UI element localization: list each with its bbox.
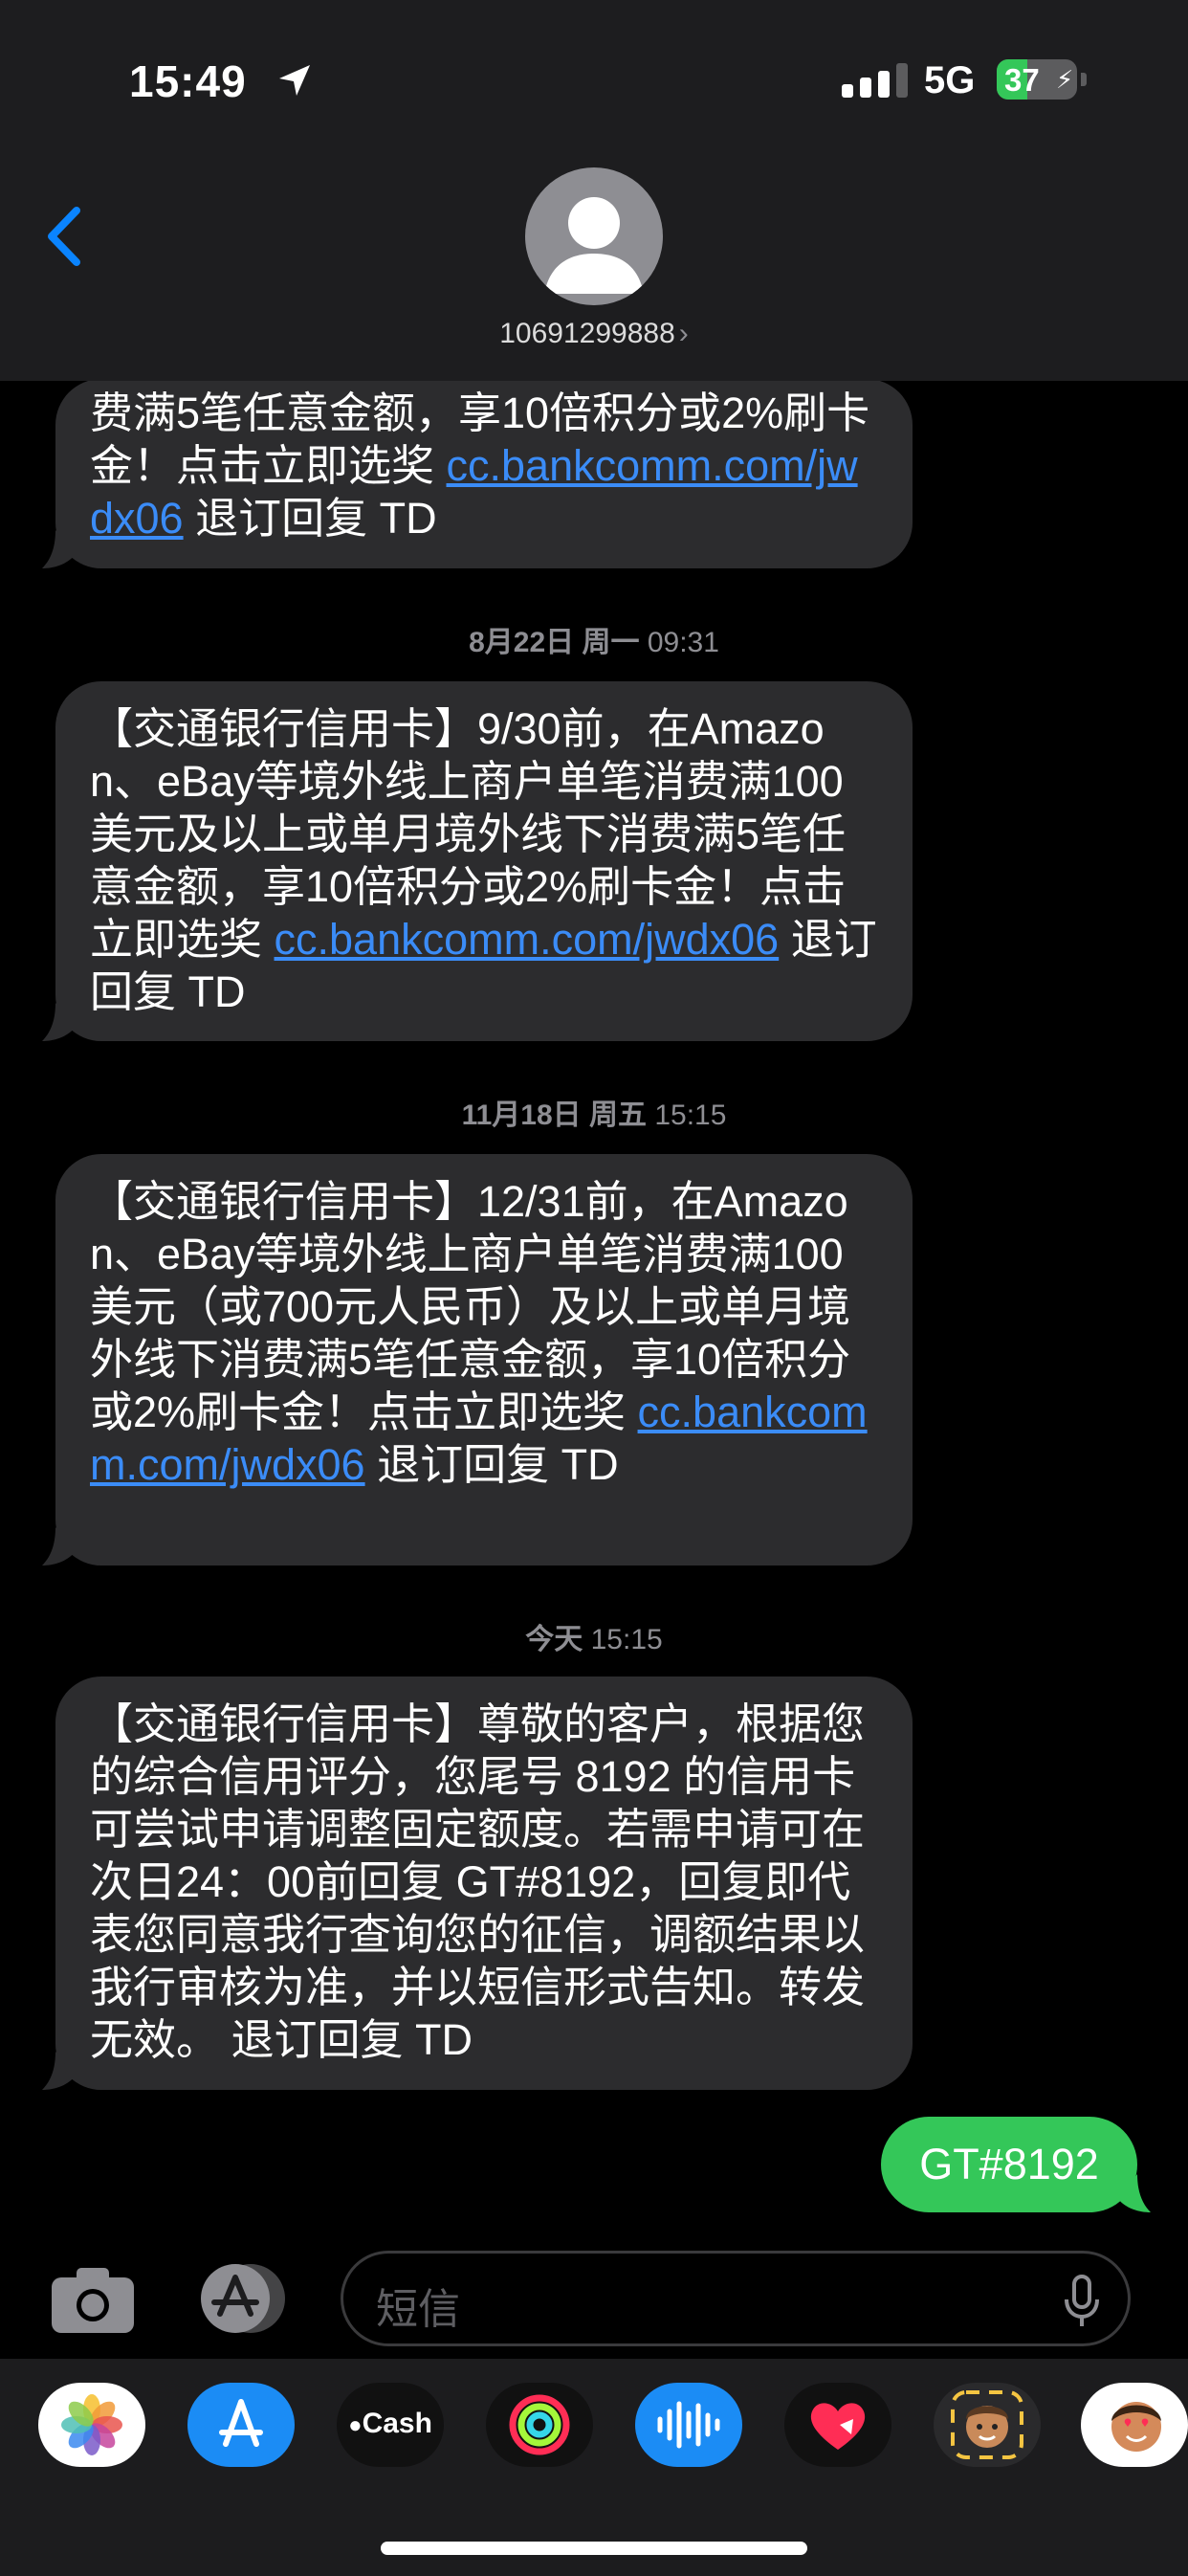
contact-number: 10691299888 <box>499 318 675 349</box>
bubble-tail <box>42 530 75 568</box>
photos-icon[interactable] <box>38 2383 145 2467</box>
battery-percent: 37 <box>1004 62 1040 98</box>
person-icon <box>544 197 644 294</box>
input-placeholder: 短信 <box>376 2286 460 2333</box>
message-text-suffix: 退订回复 TD <box>183 494 437 543</box>
home-indicator[interactable] <box>381 2542 807 2555</box>
conversation-header: 15:49 5G 37 ⚡ 10691299888 › <box>0 0 1188 381</box>
bubble-tail <box>42 1003 75 1041</box>
message-text-suffix: 退订回复 TD <box>364 1440 619 1489</box>
bubble-tail <box>42 2052 75 2090</box>
memoji-stickers-icon[interactable] <box>1081 2383 1188 2467</box>
memoji-icon[interactable] <box>934 2383 1041 2467</box>
message-input[interactable]: 短信 <box>341 2251 1131 2346</box>
microphone-icon[interactable] <box>1063 2275 1101 2328</box>
apple-cash-icon[interactable]: ●Cash <box>337 2383 444 2467</box>
timestamp: 11月18日 周五 15:15 <box>461 1099 727 1131</box>
heart-digital-touch-icon[interactable] <box>784 2383 891 2467</box>
message-link[interactable]: cc.bankcomm.com/jwdx06 <box>275 915 780 964</box>
camera-icon[interactable] <box>48 2260 138 2337</box>
message-bubble[interactable]: 费满5笔任意金额，享10倍积分或2%刷卡金！点击立即选奖 cc.bankcomm… <box>42 379 913 568</box>
chevron-right-icon: › <box>678 318 689 349</box>
sent-message-bubble[interactable]: GT#8192 <box>881 2117 1151 2212</box>
timestamp: 8月22日 周一 09:31 <box>469 627 719 658</box>
timestamp: 今天 15:15 <box>525 1624 663 1655</box>
message-text: 【交通银行信用卡】尊敬的客户，根据您的综合信用评分，您尾号 8192 的信用卡可… <box>90 1699 866 2064</box>
bubble-tail <box>1118 2174 1151 2212</box>
back-chevron-icon[interactable] <box>40 203 88 270</box>
fitness-icon[interactable] <box>486 2383 593 2467</box>
battery-icon: 37 ⚡ <box>997 59 1077 100</box>
bubble-tail <box>42 1527 75 1566</box>
message-list[interactable]: 费满5笔任意金额，享10倍积分或2%刷卡金！点击立即选奖 cc.bankcomm… <box>0 0 1188 2576</box>
message-bubble[interactable]: 【交通银行信用卡】12/31前，在Amazon、eBay等境外线上商户单笔消费满… <box>42 1154 913 1566</box>
status-time: 15:49 <box>129 56 247 106</box>
message-bubble[interactable]: 【交通银行信用卡】尊敬的客户，根据您的综合信用评分，您尾号 8192 的信用卡可… <box>42 1677 913 2090</box>
voice-memo-icon[interactable] <box>635 2383 742 2467</box>
location-arrow-icon <box>279 65 310 96</box>
app-store-drawer-icon[interactable] <box>189 2260 295 2337</box>
charging-bolt-icon: ⚡ <box>1056 65 1074 94</box>
contact-name[interactable]: 10691299888 › <box>0 318 1188 350</box>
app-store-icon[interactable] <box>187 2383 295 2467</box>
cellular-signal-icon <box>842 63 908 98</box>
message-bubble[interactable]: 【交通银行信用卡】9/30前，在Amazon、eBay等境外线上商户单笔消费满1… <box>42 681 913 1041</box>
network-type: 5G <box>924 59 976 101</box>
contact-avatar[interactable] <box>525 167 663 305</box>
sent-message-text: GT#8192 <box>919 2140 1099 2188</box>
apple-cash-label: Cash <box>362 2408 432 2439</box>
